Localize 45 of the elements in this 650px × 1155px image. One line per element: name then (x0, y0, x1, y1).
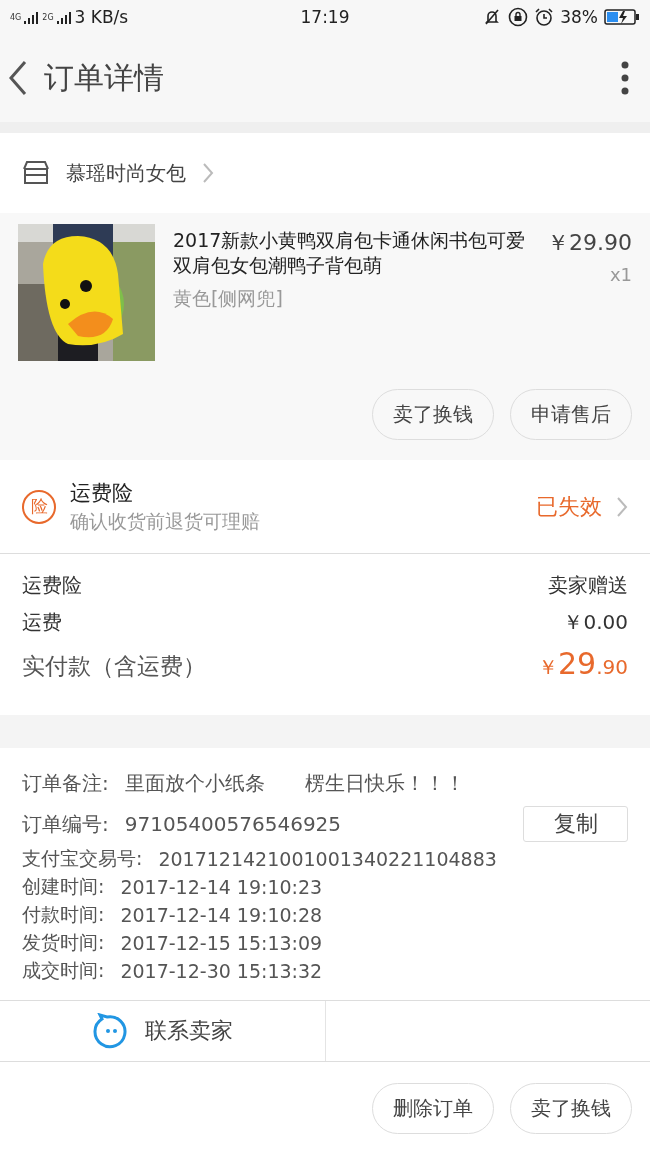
insurance-badge: 险 (22, 489, 56, 524)
fee-label: 运费险 (22, 572, 82, 599)
product-variant: 黄色[侧网兜] (173, 286, 284, 311)
shop-icon (22, 160, 50, 186)
info-value: 2017-12-15 15:13:09 (120, 931, 324, 954)
info-label: 订单备注: (22, 770, 109, 797)
back-icon[interactable] (8, 60, 28, 96)
battery-percent: 38% (560, 7, 598, 27)
info-value: 2017121421001001340221104883 (158, 847, 498, 870)
product-quantity: x1 (609, 264, 632, 285)
network-label: 4G (10, 13, 22, 22)
total-label: 实付款（含运费） (22, 652, 206, 681)
info-value: 2017-12-14 19:10:28 (120, 903, 324, 926)
network-label: 2G (42, 13, 54, 22)
network-speed: 3 KB/s (74, 7, 129, 27)
info-label: 付款时间: (22, 901, 105, 927)
insurance-title: 运费险 (70, 479, 134, 507)
info-value: 2017-12-14 19:10:23 (120, 875, 324, 898)
battery-icon (604, 8, 640, 26)
signal-icon (24, 9, 40, 25)
fee-value: 卖家赠送 (548, 572, 628, 599)
fee-value: ￥0.00 (563, 609, 628, 636)
fee-label: 运费 (22, 609, 62, 636)
page-title: 订单详情 (44, 58, 165, 97)
chat-icon[interactable] (92, 1013, 129, 1049)
info-label: 成交时间: (22, 957, 105, 983)
contact-seller[interactable]: 联系卖家 (144, 1016, 233, 1046)
clock: 17:19 (300, 7, 350, 27)
info-label: 订单编号: (22, 810, 109, 838)
signal-icon (56, 9, 72, 25)
info-value: 2017-12-30 15:13:32 (120, 959, 324, 982)
info-value: 里面放个小纸条 楞生日快乐！！！ (124, 770, 466, 797)
shop-name[interactable]: 慕瑶时尚女包 (66, 159, 186, 187)
product-price: ￥29.90 (547, 229, 632, 257)
total-price: ￥29.90 (538, 646, 628, 681)
rotation-lock-icon (508, 7, 529, 27)
info-label: 发货时间: (22, 929, 105, 955)
copy-button[interactable]: 复制 (523, 806, 628, 842)
alarm-icon (534, 7, 555, 27)
more-icon[interactable] (620, 61, 630, 95)
info-label: 创建时间: (22, 873, 105, 899)
info-value: 97105400576546925 (124, 812, 343, 836)
info-label: 支付宝交易号: (22, 845, 143, 871)
product-title[interactable]: 2017新款小黄鸭双肩包卡通休闲书包可爱双肩包女包潮鸭子背包萌 (173, 228, 529, 278)
insurance-description: 确认收货前退货可理赔 (70, 508, 261, 534)
